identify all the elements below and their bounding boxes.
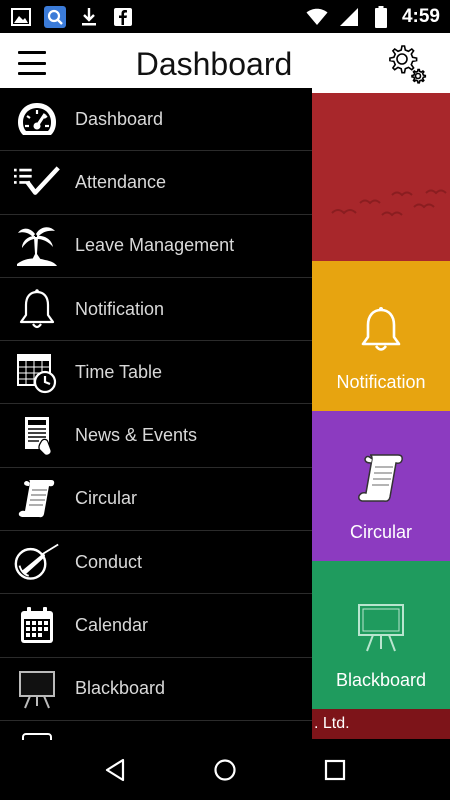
- home-icon[interactable]: [205, 750, 245, 790]
- blackboard-icon: [355, 601, 407, 658]
- conduct-icon: [14, 539, 60, 585]
- drawer-next-item[interactable]: [0, 721, 312, 740]
- back-icon[interactable]: [95, 750, 135, 790]
- scroll-icon: [14, 476, 60, 522]
- drawer-item-circular[interactable]: Circular: [0, 468, 312, 532]
- checklist-icon: [14, 159, 60, 205]
- banner-tile[interactable]: [312, 93, 450, 261]
- newspaper-icon: [14, 413, 60, 459]
- drawer-item-label: Time Table: [75, 361, 163, 382]
- drawer-item-label: News & Events: [75, 425, 198, 446]
- wifi-icon: [306, 6, 328, 28]
- drawer-item-label: Blackboard: [75, 678, 166, 699]
- drawer-item-attendance[interactable]: Attendance: [0, 151, 312, 215]
- system-icons: 4:59: [306, 5, 440, 28]
- drawer-item-label: Dashboard: [75, 108, 164, 129]
- footer-text: . Ltd.: [312, 709, 450, 739]
- battery-icon: [370, 5, 392, 28]
- circular-tile[interactable]: Circular: [312, 411, 450, 561]
- drawer-item-notification[interactable]: Notification: [0, 278, 312, 342]
- palm-tree-icon: [14, 223, 60, 269]
- tile-label: Circular: [349, 522, 412, 542]
- bell-icon: [14, 286, 60, 332]
- status-bar: 4:59: [0, 0, 450, 33]
- drawer-item-calendar[interactable]: Calendar: [0, 594, 312, 658]
- drawer-item-label: Conduct: [75, 551, 143, 572]
- notification-icons: [10, 5, 134, 28]
- tile-label: Notification: [336, 372, 426, 392]
- drawer-item-conduct[interactable]: Conduct: [0, 531, 312, 595]
- app-screen: 4:59 Dashboard Notification Circular Bla…: [0, 0, 450, 800]
- system-nav-bar: [0, 740, 450, 800]
- navigation-drawer: Dashboard Attendance Leave Management No…: [0, 88, 312, 740]
- image-icon: [10, 6, 32, 28]
- drawer-item-news-events[interactable]: News & Events: [0, 404, 312, 468]
- scroll-icon: [356, 451, 406, 510]
- drawer-item-leave-management[interactable]: Leave Management: [0, 215, 312, 278]
- bell-icon: [356, 305, 406, 360]
- notification-tile[interactable]: Notification: [312, 261, 450, 411]
- speedometer-icon: [14, 96, 60, 142]
- calendar-icon: [14, 603, 60, 649]
- download-icon: [78, 6, 100, 28]
- search-app-icon: [44, 5, 66, 28]
- drawer-item-label: Leave Management: [75, 235, 235, 256]
- tile-label: Blackboard: [335, 670, 427, 690]
- blackboard-icon: [14, 666, 60, 712]
- drawer-item-time-table[interactable]: Time Table: [0, 341, 312, 405]
- birds-icon: [331, 189, 447, 217]
- recents-icon[interactable]: [315, 750, 355, 790]
- facebook-icon: [112, 6, 134, 28]
- signal-icon: [338, 6, 360, 28]
- gear-icon[interactable]: [386, 43, 428, 85]
- drawer-item-label: Attendance: [75, 171, 167, 192]
- app-bar: Dashboard: [0, 33, 450, 93]
- drawer-item-dashboard[interactable]: Dashboard: [0, 88, 312, 152]
- blackboard-tile[interactable]: Blackboard: [312, 561, 450, 709]
- page-title: Dashboard: [135, 46, 293, 82]
- drawer-item-label: Circular: [75, 488, 138, 509]
- drawer-item-label: Notification: [75, 298, 165, 319]
- timetable-icon: [14, 349, 60, 395]
- clock: 4:59: [401, 5, 440, 27]
- drawer-item-label: Calendar: [75, 615, 149, 636]
- drawer-item-blackboard[interactable]: Blackboard: [0, 658, 312, 721]
- dashboard-tiles: Notification Circular Blackboard . Ltd.: [312, 93, 450, 740]
